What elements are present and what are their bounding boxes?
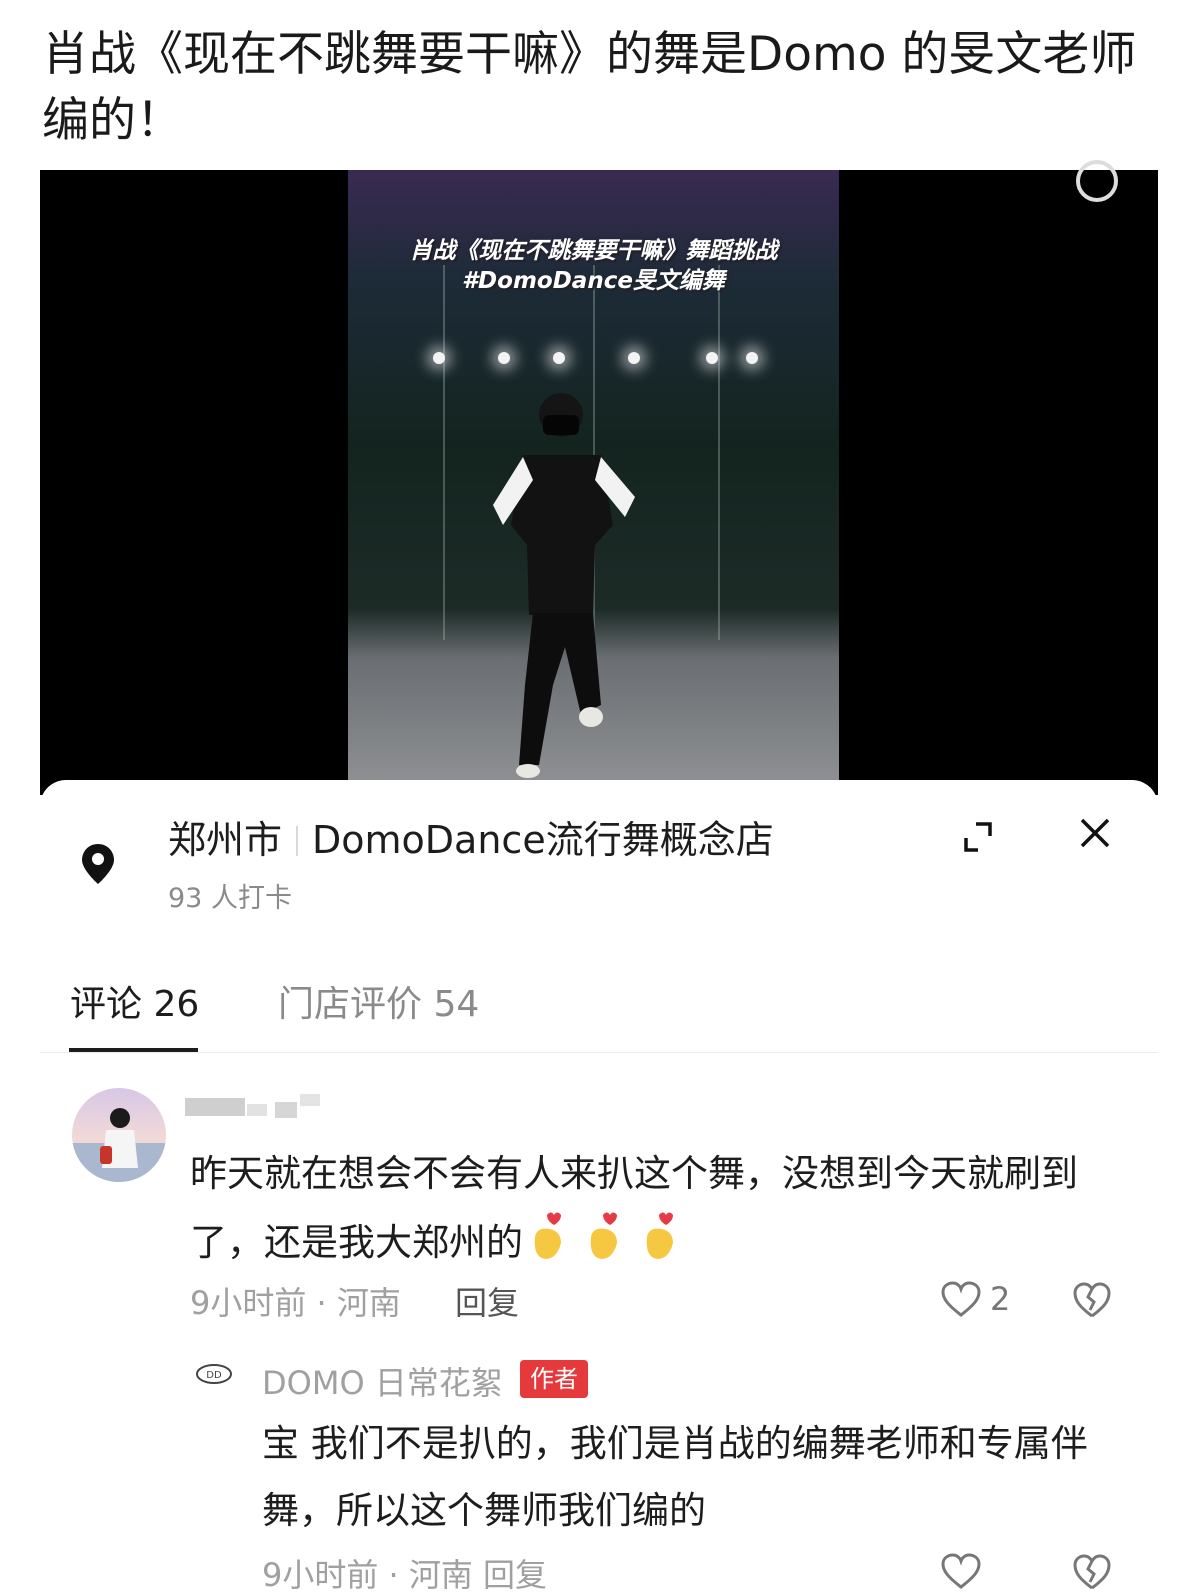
brand-logo-avatar[interactable]: DD: [194, 1362, 234, 1388]
reply-meta: 9小时前 · 河南 回复: [262, 1556, 548, 1594]
finger-heart-emoji-icon: [534, 1212, 673, 1259]
username-redacted: [185, 1094, 320, 1118]
post-headline: 肖战《现在不跳舞要干嘛》的舞是Domo 的旻文老师编的！: [42, 27, 1137, 148]
store-name: DomoDance流行舞概念店: [312, 818, 774, 862]
video-caption: 肖战《现在不跳舞要干嘛》舞蹈挑战 #DomoDance旻文编舞: [348, 236, 839, 296]
reply-button[interactable]: 回复: [455, 1278, 519, 1324]
divider: [40, 1052, 1158, 1053]
location-separator: [296, 826, 299, 856]
video-caption-line2: #DomoDance旻文编舞: [462, 268, 725, 294]
close-icon[interactable]: [1078, 816, 1112, 850]
broken-heart-icon[interactable]: [1072, 1280, 1112, 1320]
expand-icon[interactable]: [962, 820, 996, 854]
search-icon[interactable]: [1076, 160, 1118, 202]
location-sheet: 郑州市 DomoDance流行舞概念店 93 人打卡 评论 26 门店评价 54 …: [40, 780, 1158, 1594]
tab-store-reviews[interactable]: 门店评价 54: [278, 975, 479, 1027]
location-title[interactable]: 郑州市 DomoDance流行舞概念店: [168, 816, 774, 864]
video-player[interactable]: 肖战《现在不跳舞要干嘛》舞蹈挑战 #DomoDance旻文编舞: [40, 160, 1158, 795]
comment-meta: 9小时前 · 河南: [190, 1284, 401, 1322]
checkin-count: 93 人打卡: [168, 883, 292, 914]
reply-text: 宝 我们不是扒的，我们是肖战的编舞老师和专属伴舞，所以这个舞师我们编的: [262, 1422, 1088, 1532]
avatar[interactable]: [72, 1088, 166, 1182]
author-badge: 作者: [520, 1360, 588, 1398]
video-frame: 肖战《现在不跳舞要干嘛》舞蹈挑战 #DomoDance旻文编舞: [348, 170, 839, 780]
like-count: 2: [990, 1280, 1011, 1318]
broken-heart-icon[interactable]: [1072, 1552, 1112, 1592]
location-pin-icon: [82, 844, 114, 884]
location-city: 郑州市: [168, 818, 283, 862]
heart-icon[interactable]: [940, 1280, 982, 1318]
reply-username[interactable]: DOMO 日常花絮: [262, 1358, 503, 1404]
comment-text: 昨天就在想会不会有人来扒这个舞，没想到今天就刷到了，还是我大郑州的: [190, 1140, 1130, 1276]
video-caption-line1: 肖战《现在不跳舞要干嘛》舞蹈挑战: [409, 238, 778, 264]
dancer-figure: [493, 393, 635, 778]
svg-text:DD: DD: [206, 1370, 222, 1381]
tab-comments[interactable]: 评论 26: [70, 975, 199, 1027]
heart-icon[interactable]: [940, 1552, 982, 1590]
